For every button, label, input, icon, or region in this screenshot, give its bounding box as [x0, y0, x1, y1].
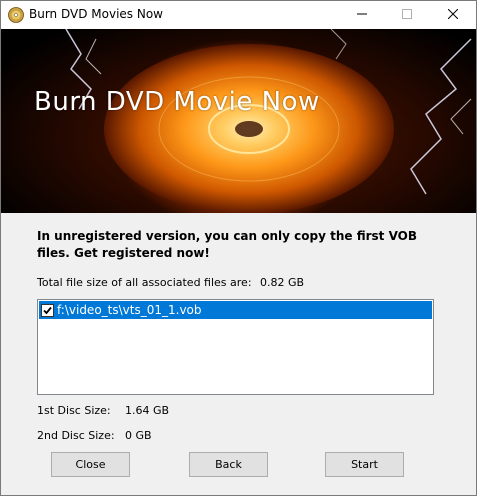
back-button[interactable]: Back — [189, 452, 268, 477]
file-path: f:\video_ts\vts_01_1.vob — [57, 303, 202, 317]
maximize-button[interactable] — [384, 1, 430, 29]
close-window-button[interactable] — [430, 1, 476, 29]
start-button[interactable]: Start — [325, 452, 404, 477]
checkmark-icon — [43, 306, 52, 314]
minimize-icon — [357, 6, 367, 24]
list-item[interactable]: f:\video_ts\vts_01_1.vob — [39, 301, 432, 319]
file-checkbox[interactable] — [41, 303, 54, 317]
header-banner: Burn DVD Movie Now — [1, 29, 476, 213]
dvd-disc-graphic — [65, 29, 472, 213]
title-bar[interactable]: Burn DVD Movies Now — [1, 1, 476, 29]
minimize-button[interactable] — [339, 1, 385, 29]
disc1-size-label: 1st Disc Size: — [37, 404, 111, 417]
dvd-disc-icon — [8, 7, 24, 23]
close-icon — [447, 6, 459, 24]
file-list[interactable]: f:\video_ts\vts_01_1.vob — [37, 299, 434, 395]
close-button[interactable]: Close — [51, 452, 130, 477]
window-title: Burn DVD Movies Now — [29, 7, 163, 21]
maximize-icon — [402, 6, 412, 24]
disc2-size-value: 0 GB — [125, 429, 152, 442]
total-size-value: 0.82 GB — [260, 276, 305, 289]
disc2-size-label: 2nd Disc Size: — [37, 429, 115, 442]
registration-notice: In unregistered version, you can only co… — [37, 229, 417, 260]
total-size-label: Total file size of all associated files … — [37, 276, 252, 289]
main-window: Burn DVD Movies Now Burn DVD Movie Now I… — [0, 0, 477, 496]
banner-title: Burn DVD Movie Now — [34, 87, 320, 117]
disc1-size-value: 1.64 GB — [125, 404, 170, 417]
